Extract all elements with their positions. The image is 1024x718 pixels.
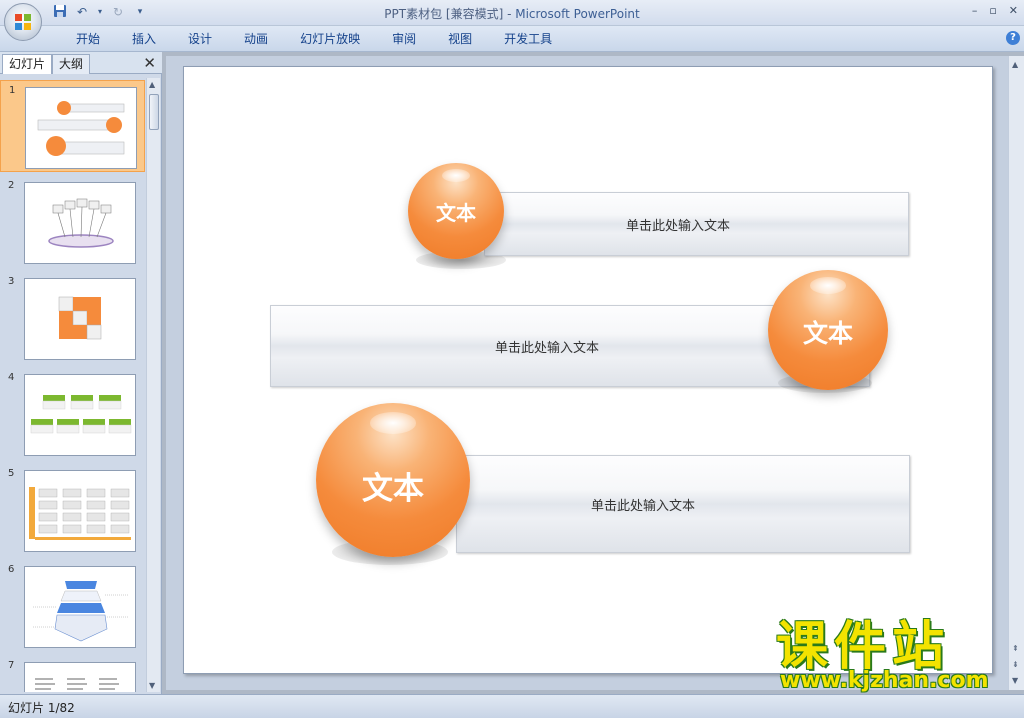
slide-number: 7 (8, 660, 15, 671)
slide-number: 1 (9, 85, 16, 96)
bar-text-3[interactable]: 单击此处输入文本 (591, 495, 695, 514)
scroll-up-icon[interactable]: ▲ (149, 80, 155, 89)
orb-text-3: 文本 (362, 471, 424, 507)
document-name: PPT素材包 [兼容模式] (384, 7, 504, 21)
slide-thumbnail-3[interactable]: 3 (0, 272, 145, 364)
slide-thumbnail-5[interactable]: 5 (0, 464, 145, 556)
scroll-up-icon[interactable]: ▲ (1012, 60, 1018, 69)
slide-number: 4 (8, 372, 15, 383)
thumbnail-preview (24, 278, 136, 360)
tab-slides[interactable]: 幻灯片 (2, 54, 53, 74)
orb-highlight (810, 277, 846, 294)
minimize-button[interactable]: – (972, 4, 978, 17)
window-controls: – ▫ ✕ (972, 4, 1018, 17)
slide-thumbnail-1[interactable]: 1 (0, 80, 145, 172)
pane-tabs: 幻灯片 大纲 ✕ (0, 52, 162, 74)
title-separator: - (503, 7, 516, 21)
orb-text-2: 文本 (802, 319, 853, 348)
tab-review[interactable]: 审阅 (376, 31, 432, 47)
slide-number: 5 (8, 468, 15, 479)
watermark-logo: 课件站 www.kjzhan.com (776, 618, 1006, 694)
orb-3[interactable]: 文本 (316, 403, 470, 557)
orb-2[interactable]: 文本 (768, 270, 888, 390)
tab-home[interactable]: 开始 (60, 31, 116, 47)
slide-number: 2 (8, 180, 15, 191)
tab-slideshow[interactable]: 幻灯片放映 (284, 31, 376, 47)
office-button[interactable] (4, 3, 42, 41)
pane-scrollbar[interactable]: ▲ ▼ (146, 78, 160, 692)
thumbnail-preview (24, 566, 136, 648)
thumbnail-preview (25, 87, 137, 169)
tab-view[interactable]: 视图 (432, 31, 488, 47)
restore-button[interactable]: ▫ (989, 4, 996, 17)
slide-thumbnail-6[interactable]: 6 (0, 560, 145, 652)
previous-slide-icon[interactable]: ⇞ (1012, 644, 1019, 653)
ribbon-tab-bar: 开始 插入 设计 动画 幻灯片放映 审阅 视图 开发工具 ? (0, 26, 1024, 52)
scroll-down-icon[interactable]: ▼ (149, 681, 155, 690)
scroll-thumb[interactable] (149, 94, 159, 130)
tab-design[interactable]: 设计 (172, 31, 228, 47)
close-pane-icon[interactable]: ✕ (143, 54, 156, 72)
slides-pane: 幻灯片 大纲 ✕ 1 2 3 4 5 6 7 ▲ ▼ (0, 52, 162, 694)
window-title: PPT素材包 [兼容模式] - Microsoft PowerPoint (0, 5, 1024, 22)
thumbnail-preview (24, 470, 136, 552)
next-slide-icon[interactable]: ⇟ (1012, 660, 1019, 669)
title-bar: ↶ ▾ ↻ ▾ PPT素材包 [兼容模式] - Microsoft PowerP… (0, 0, 1024, 26)
slide-thumbnail-4[interactable]: 4 (0, 368, 145, 460)
slide-thumbnail-7[interactable]: 7 (0, 656, 145, 692)
slide-counter: 幻灯片 1/82 (8, 701, 75, 715)
orb-highlight (369, 412, 417, 434)
slide-scrollbar[interactable]: ▲ ⇞ ⇟ ▼ (1008, 56, 1024, 690)
tab-insert[interactable]: 插入 (116, 31, 172, 47)
close-button[interactable]: ✕ (1009, 4, 1018, 17)
thumbnail-preview (24, 662, 136, 692)
tab-outline[interactable]: 大纲 (52, 54, 91, 74)
scroll-down-icon[interactable]: ▼ (1012, 676, 1018, 685)
slide-number: 6 (8, 564, 15, 575)
office-logo-icon (15, 14, 31, 30)
orb-1[interactable]: 文本 (408, 163, 504, 259)
bar-text-2[interactable]: 单击此处输入文本 (495, 337, 599, 356)
thumbnail-preview (24, 182, 136, 264)
watermark-url: www.kjzhan.com (780, 668, 989, 693)
tab-developer[interactable]: 开发工具 (488, 31, 568, 47)
slide-thumbnail-list: 1 2 3 4 5 6 7 (0, 78, 145, 692)
slide-number: 3 (8, 276, 15, 287)
help-icon[interactable]: ? (1006, 31, 1020, 45)
orb-text-1: 文本 (436, 201, 476, 225)
orb-highlight (441, 168, 471, 183)
application-name: Microsoft PowerPoint (515, 7, 640, 21)
ribbon-tabs: 开始 插入 设计 动画 幻灯片放映 审阅 视图 开发工具 (60, 31, 568, 47)
powerpoint-window: ↶ ▾ ↻ ▾ PPT素材包 [兼容模式] - Microsoft PowerP… (0, 0, 1024, 718)
bar-text-1[interactable]: 单击此处输入文本 (626, 215, 730, 234)
tab-animations[interactable]: 动画 (228, 31, 284, 47)
slide-thumbnail-2[interactable]: 2 (0, 176, 145, 268)
status-bar: 幻灯片 1/82 (0, 694, 1024, 718)
current-slide[interactable]: 单击此处输入文本 文本 单击此处输入文本 文本 单击此处输入文本 文本 (183, 66, 993, 674)
slide-editing-area: 单击此处输入文本 文本 单击此处输入文本 文本 单击此处输入文本 文本 (166, 56, 1008, 690)
thumbnail-preview (24, 374, 136, 456)
